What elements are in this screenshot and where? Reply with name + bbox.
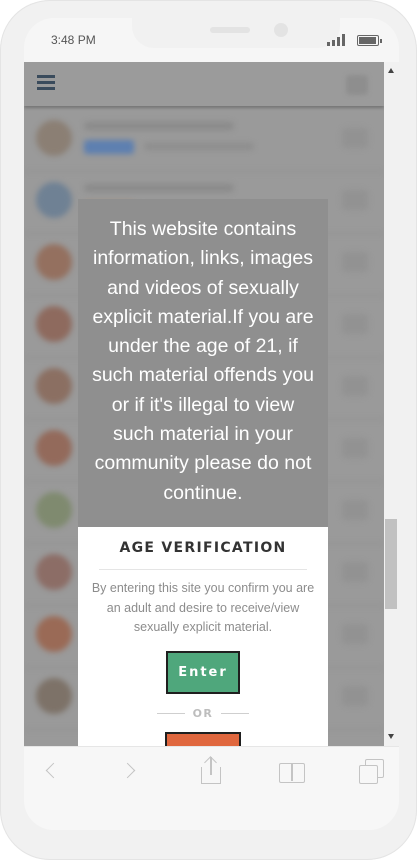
browser-toolbar (24, 746, 399, 830)
scroll-down-arrow-icon[interactable] (388, 734, 394, 739)
phone-notch (132, 18, 340, 48)
forward-icon[interactable] (116, 757, 146, 787)
list-item (24, 110, 384, 172)
front-camera (274, 23, 288, 37)
site-header (24, 62, 384, 106)
scrollbar-thumb[interactable] (385, 519, 397, 609)
header-action-icon[interactable] (346, 75, 368, 95)
battery-icon (357, 35, 382, 46)
or-label: OR (192, 706, 214, 720)
age-verification-panel: AGE VERIFICATION By entering this site y… (78, 527, 328, 746)
page-scrollbar[interactable] (384, 62, 399, 746)
age-verification-description: By entering this site you confirm you ar… (91, 581, 315, 634)
share-icon[interactable] (196, 756, 226, 787)
bookmarks-icon[interactable] (277, 757, 307, 787)
enter-button[interactable]: Enter (166, 650, 240, 694)
divider (99, 569, 307, 570)
phone-frame: 3:48 PM This website contains informatio… (0, 0, 417, 860)
speaker-grille (210, 27, 250, 33)
web-viewport: This website contains information, links… (24, 62, 399, 746)
or-separator: OR (157, 706, 249, 722)
age-warning-text: This website contains information, links… (92, 218, 314, 504)
signal-bars-icon (327, 34, 347, 46)
back-icon[interactable] (37, 757, 67, 787)
tabs-icon[interactable] (357, 757, 387, 787)
hamburger-menu-icon[interactable] (37, 75, 55, 91)
status-time: 3:48 PM (51, 33, 96, 47)
age-verification-title: AGE VERIFICATION (119, 540, 287, 556)
age-warning-panel: This website contains information, links… (78, 199, 328, 527)
phone-screen: 3:48 PM This website contains informatio… (24, 18, 399, 830)
scroll-up-arrow-icon[interactable] (388, 68, 394, 73)
exit-button[interactable] (165, 731, 241, 746)
